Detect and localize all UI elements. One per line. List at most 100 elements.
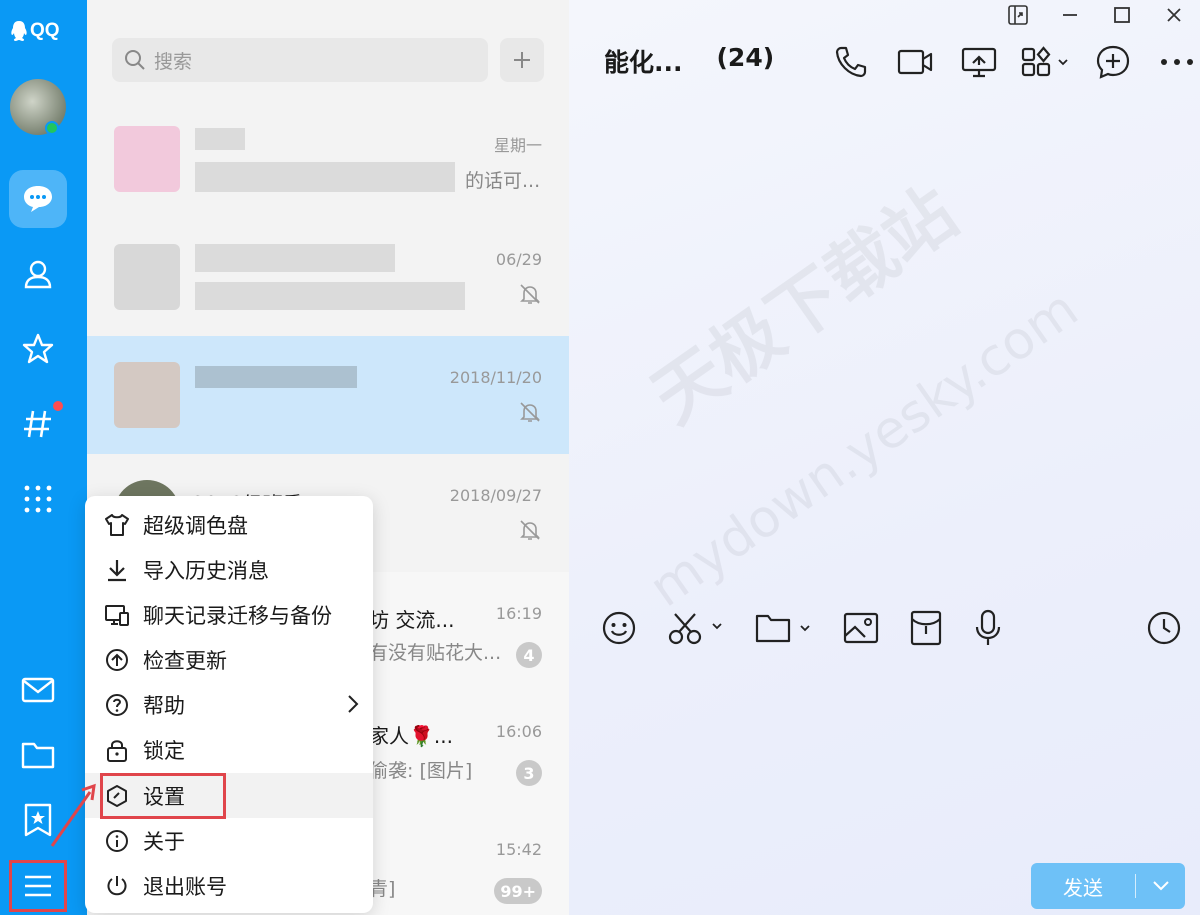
smiley-icon [602, 611, 636, 645]
voice-call-button[interactable] [819, 42, 883, 82]
history-button[interactable] [1146, 610, 1182, 650]
menu-item-logout[interactable]: 退出账号 [85, 863, 373, 908]
rail-apps[interactable] [9, 470, 67, 528]
screen-share-button[interactable] [947, 42, 1011, 82]
hashtag-icon [24, 410, 51, 438]
screen-share-icon [961, 47, 997, 78]
penguin-icon [11, 21, 27, 41]
search-placeholder: 搜索 [154, 50, 193, 73]
annotation-arrow [46, 780, 100, 854]
rail-favorites[interactable] [9, 320, 67, 378]
pin-window-icon [1008, 5, 1028, 25]
conversation-row[interactable]: 06/29 [87, 218, 569, 336]
blurred-preview [195, 282, 465, 310]
settings-highlight-box [100, 773, 226, 819]
main-menu-button[interactable] [9, 860, 67, 912]
menu-item-label: 退出账号 [143, 874, 227, 899]
voice-message-button[interactable] [973, 608, 1003, 648]
blurred-preview [195, 162, 455, 192]
menu-item-check-update[interactable]: 检查更新 [85, 637, 373, 682]
rail-contacts[interactable] [9, 245, 67, 303]
maximize-button[interactable] [1096, 0, 1148, 30]
send-file-button[interactable] [755, 608, 813, 648]
more-dots-icon [1161, 59, 1193, 65]
search-icon [125, 50, 145, 70]
conversation-time: 2018/09/27 [449, 486, 542, 505]
send-label: 发送 [1063, 875, 1103, 900]
member-count: (24) [716, 43, 775, 72]
conversation-time: 星期一 [493, 136, 542, 155]
chat-panel: 能化... (24) 天极下载站 mydown.yesky.com 发送 [569, 0, 1200, 915]
chevron-right-icon [347, 694, 359, 719]
chat-header: 能化... (24) [604, 43, 774, 79]
blurred-name [195, 128, 245, 150]
chevron-down-icon [1152, 881, 1169, 891]
conversation-time: 06/29 [495, 250, 542, 269]
conversation-row-selected[interactable]: 2018/11/20 [87, 336, 569, 454]
device-transfer-icon [103, 603, 131, 627]
brand-label: QQ [30, 20, 60, 41]
star-icon [22, 333, 54, 364]
apps-grid-icon [1021, 46, 1068, 77]
shirt-icon [103, 513, 131, 537]
download-icon [103, 558, 131, 582]
menu-item-label: 锁定 [143, 738, 185, 763]
folder-icon [21, 742, 55, 769]
menu-item-about[interactable]: 关于 [85, 818, 373, 863]
rail-mail[interactable] [9, 661, 67, 719]
search-input[interactable]: 搜索 [112, 38, 488, 82]
blurred-name [195, 366, 357, 388]
send-button[interactable]: 发送 [1031, 863, 1185, 909]
menu-item-lock[interactable]: 锁定 [85, 727, 373, 772]
menu-item-import-history[interactable]: 导入历史消息 [85, 547, 373, 592]
muted-bell-icon [518, 518, 542, 546]
red-packet-button[interactable] [909, 608, 943, 648]
chat-plus-icon [1096, 45, 1130, 79]
menu-item-label: 聊天记录迁移与备份 [143, 603, 332, 628]
video-call-button[interactable] [883, 42, 947, 82]
chat-title: 能化... [604, 48, 683, 77]
minimize-icon [1063, 14, 1077, 16]
conversation-avatar [114, 126, 180, 192]
person-icon [24, 260, 52, 289]
menu-item-label: 导入历史消息 [143, 558, 269, 583]
arrow-icon [50, 783, 96, 847]
conversation-preview: 偷袭: [图片] [369, 760, 473, 782]
microphone-icon [975, 609, 1001, 645]
grid-icon [24, 485, 52, 513]
rail-messages[interactable] [9, 170, 67, 228]
more-button[interactable] [1145, 42, 1200, 82]
red-packet-icon [910, 610, 942, 646]
screenshot-button[interactable] [667, 608, 725, 648]
send-options-button[interactable] [1136, 880, 1185, 892]
unread-badge: 4 [516, 642, 542, 668]
minimize-button[interactable] [1044, 0, 1096, 30]
add-member-button[interactable] [1081, 42, 1145, 82]
emoji-button[interactable] [601, 608, 637, 648]
image-icon [843, 612, 879, 644]
close-icon [1167, 8, 1181, 22]
pin-window-button[interactable] [992, 0, 1044, 30]
lock-icon [103, 738, 131, 762]
conversation-row[interactable]: 星期一 的话可... [87, 100, 569, 218]
menu-item-label: 检查更新 [143, 648, 227, 673]
conversation-name: 坊 交流... [369, 608, 455, 632]
upgrade-icon [103, 648, 131, 672]
send-image-button[interactable] [843, 608, 879, 648]
online-status-dot [45, 121, 59, 135]
window-controls [992, 0, 1200, 30]
rail-files[interactable] [9, 726, 67, 784]
chat-bubble-icon [24, 186, 52, 212]
menu-item-label: 超级调色盘 [143, 513, 248, 538]
help-icon [103, 693, 131, 717]
left-rail: QQ [0, 0, 87, 915]
blurred-name [195, 244, 395, 272]
menu-item-label: 帮助 [143, 693, 185, 718]
close-button[interactable] [1148, 0, 1200, 30]
menu-item-help[interactable]: 帮助 [85, 682, 373, 727]
menu-item-backup[interactable]: 聊天记录迁移与备份 [85, 592, 373, 637]
menu-item-theme[interactable]: 超级调色盘 [85, 502, 373, 547]
apps-dropdown-button[interactable] [1011, 42, 1081, 82]
conversation-preview: 有没有贴花大... [369, 642, 502, 664]
add-button[interactable] [500, 38, 544, 82]
